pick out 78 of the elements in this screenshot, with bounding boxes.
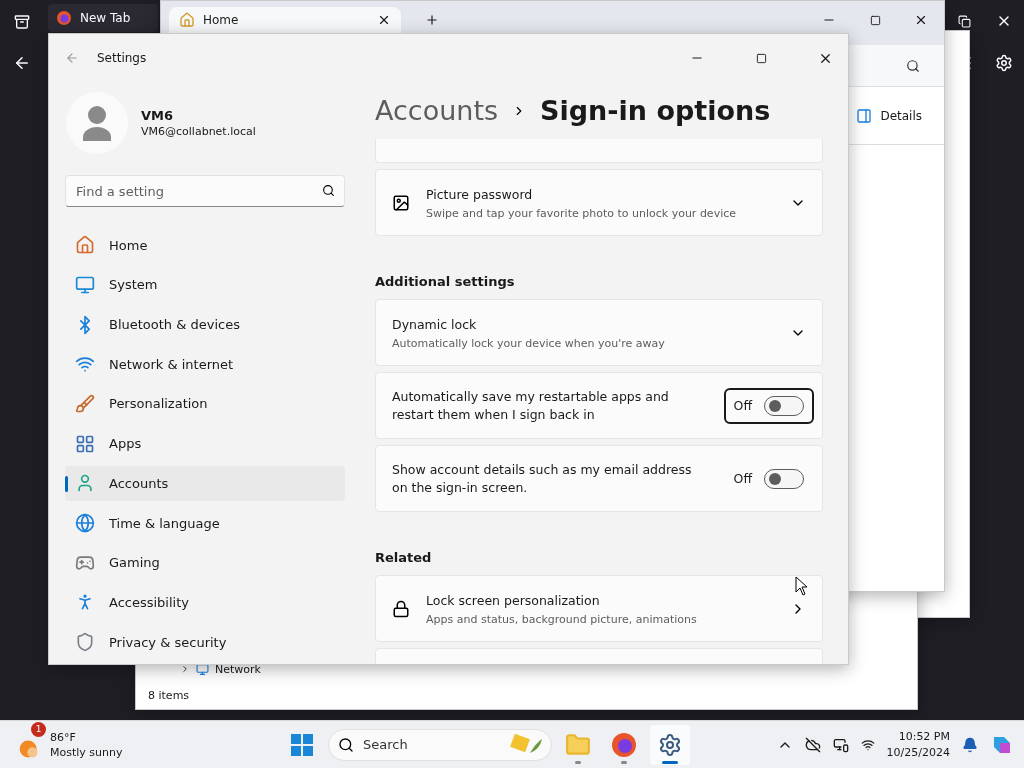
nav-item[interactable]: Network & internet	[65, 346, 345, 383]
plus-icon[interactable]	[425, 13, 439, 27]
cloud-off-icon[interactable]	[804, 736, 821, 753]
picture-icon	[392, 193, 410, 212]
taskbar-app-button[interactable]	[650, 724, 690, 765]
nav-item[interactable]: Personalization	[65, 386, 345, 422]
toggle-switch[interactable]: Off	[723, 460, 814, 497]
weather-condition: Mostly sunny	[50, 744, 123, 760]
globe-icon	[75, 513, 95, 534]
search-icon	[338, 736, 354, 753]
nav-item[interactable]: Time & language	[65, 505, 345, 541]
card-subtitle: Automatically lock your device when you're away	[392, 336, 666, 350]
monitor-icon	[75, 274, 95, 295]
brush-icon	[75, 393, 95, 414]
mouse-cursor-icon	[795, 576, 809, 596]
lock-icon	[392, 599, 410, 618]
shield-icon	[75, 632, 95, 653]
card-subtitle: Apps and status, background picture, animations	[426, 612, 698, 626]
gear-icon	[658, 732, 682, 757]
nav-item[interactable]: System	[65, 267, 345, 303]
user-email: VM6@collabnet.local	[141, 124, 256, 138]
section-heading: Related	[375, 549, 433, 567]
toggle-switch[interactable]: Off	[723, 387, 814, 424]
apps-grid-icon	[75, 433, 95, 454]
nav-item[interactable]: Privacy & security	[65, 624, 345, 661]
nav-item[interactable]: Home	[65, 227, 345, 263]
card-title: Automatically save my restartable apps and restart them when I sign back in	[392, 387, 670, 424]
folder-icon	[565, 731, 591, 758]
search-icon[interactable]	[906, 58, 920, 73]
house-icon	[179, 12, 195, 28]
find-setting-field[interactable]: Find a setting	[65, 175, 345, 208]
maximize-icon[interactable]	[869, 14, 881, 26]
card-title: Show account details such as my email address on the sign-in screen.	[392, 460, 693, 497]
monitor-icon[interactable]	[832, 736, 849, 753]
settings-card[interactable]: Picture password Swipe and tap your favorite photo to unlock your device	[375, 169, 823, 236]
maximize-icon[interactable]	[755, 52, 767, 64]
settings-card[interactable]: Dynamic lock Automatically lock your device when you're away	[375, 299, 823, 366]
restore-icon[interactable]	[957, 14, 971, 28]
user-name: VM6	[141, 107, 175, 123]
browser-tab[interactable]: New Tab	[48, 4, 158, 32]
breadcrumb-link[interactable]: Accounts	[375, 95, 499, 126]
settings-icon[interactable]	[995, 54, 1013, 72]
item-count-text: 8 items	[147, 687, 191, 704]
card-title: Lock screen personalization	[426, 591, 601, 610]
section-heading: Additional settings	[375, 273, 516, 291]
tree-item[interactable]: Network	[215, 662, 261, 676]
details-button[interactable]: Details	[856, 107, 922, 124]
person-icon	[75, 473, 95, 494]
avatar-icon	[65, 90, 129, 155]
card-title: Picture password	[426, 185, 534, 204]
page-title: Sign-in options	[540, 95, 771, 126]
panel-icon	[856, 107, 873, 124]
nav-item[interactable]: Bluetooth & devices	[65, 306, 345, 343]
firefox-icon	[56, 10, 72, 26]
bell-icon[interactable]	[962, 736, 978, 753]
firefox-icon	[611, 731, 637, 758]
monitor-icon	[196, 662, 209, 676]
house-icon	[75, 235, 95, 256]
nav-item[interactable]: Accounts	[65, 465, 345, 502]
taskbar-search-field[interactable]: Search	[328, 728, 552, 761]
card-title: Dynamic lock	[392, 315, 478, 334]
network-icon[interactable]	[860, 737, 875, 752]
nav-item[interactable]: Apps	[65, 425, 345, 462]
notification-badge: 1	[31, 721, 46, 737]
windows-start-icon[interactable]	[291, 733, 313, 756]
search-icon	[322, 184, 335, 198]
close-icon[interactable]	[914, 13, 928, 27]
nav-item[interactable]: Accessibility	[65, 584, 345, 621]
close-icon[interactable]	[377, 13, 391, 27]
temperature: 86°F	[50, 729, 77, 745]
explorer-tab[interactable]: Home	[169, 7, 401, 33]
card-subtitle: Swipe and tap your favorite photo to unlock your device	[426, 206, 737, 220]
nav-item[interactable]: Gaming	[65, 544, 345, 581]
settings-card[interactable]: Lock screen personalization Apps and status, background picture, animations	[375, 575, 823, 642]
chevron-right-icon	[180, 664, 190, 674]
clock[interactable]: 10:52 PM 10/25/2024	[886, 728, 950, 761]
window-title: Settings	[97, 51, 147, 65]
tab-tray-icon[interactable]	[14, 14, 30, 30]
